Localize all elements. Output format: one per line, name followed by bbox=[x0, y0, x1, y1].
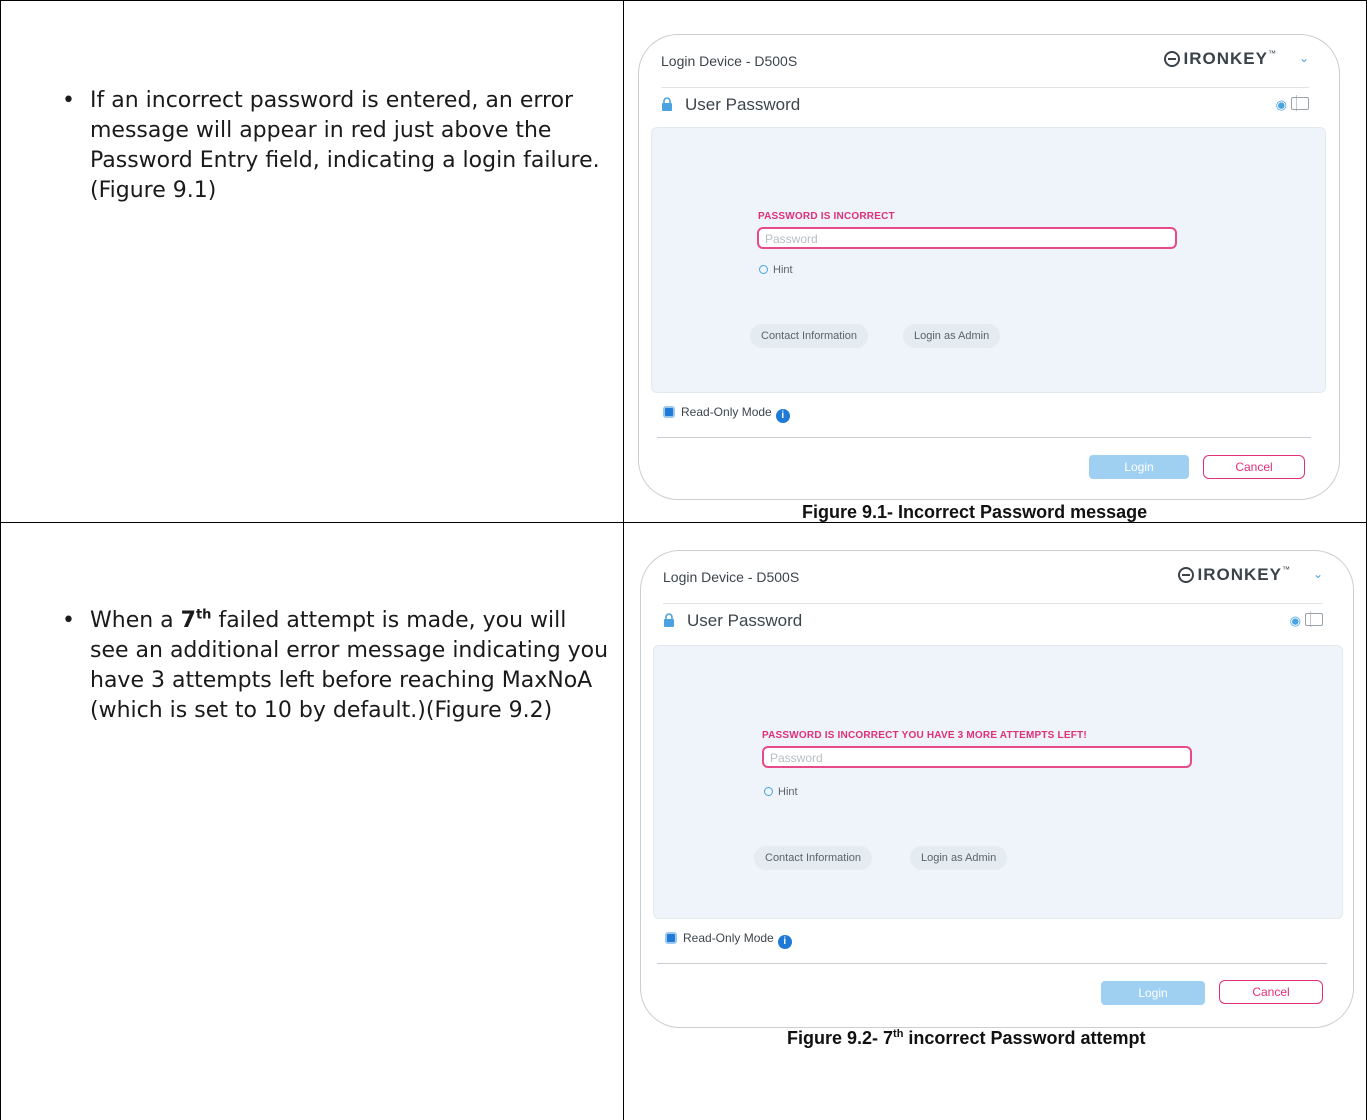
bullet-dot: • bbox=[62, 608, 75, 633]
hint-label: Hint bbox=[773, 264, 793, 276]
virtual-keyboard-icon[interactable] bbox=[1305, 613, 1323, 626]
read-only-label: Read-Only Mode bbox=[681, 405, 772, 419]
table-border-top bbox=[0, 0, 1367, 1]
dialog-header: Login Device - D500S IRONKEY™ ⌄ bbox=[661, 35, 1309, 88]
login-as-admin-button[interactable]: Login as Admin bbox=[910, 846, 1008, 870]
ironkey-logo: IRONKEY™ bbox=[1163, 49, 1277, 69]
bullet-dot: • bbox=[62, 88, 75, 113]
section-label: User Password bbox=[687, 611, 803, 630]
show-password-icon[interactable]: ◉ bbox=[1290, 613, 1301, 629]
checkbox-icon[interactable] bbox=[663, 406, 675, 418]
login-panel: PASSWORD IS INCORRECT Password Hint Cont… bbox=[651, 127, 1326, 393]
contact-information-button[interactable]: Contact Information bbox=[754, 846, 872, 870]
info-icon[interactable]: i bbox=[777, 935, 792, 949]
login-dialog-figure-9-1: Login Device - D500S IRONKEY™ ⌄ User Pas… bbox=[638, 34, 1340, 500]
password-section-header: User Password ◉ bbox=[663, 607, 1323, 637]
table-row-divider bbox=[0, 522, 1367, 523]
login-as-admin-button[interactable]: Login as Admin bbox=[903, 324, 1001, 348]
contact-information-button[interactable]: Contact Information bbox=[750, 324, 868, 348]
virtual-keyboard-icon[interactable] bbox=[1291, 97, 1309, 110]
chevron-down-icon[interactable]: ⌄ bbox=[1299, 51, 1309, 65]
footer-divider bbox=[657, 963, 1327, 964]
dialog-header: Login Device - D500S IRONKEY™ ⌄ bbox=[663, 551, 1323, 604]
read-only-mode-option[interactable]: Read-Only Mode i bbox=[665, 931, 792, 949]
chevron-down-icon[interactable]: ⌄ bbox=[1313, 567, 1323, 581]
radio-icon bbox=[759, 265, 768, 274]
login-panel: PASSWORD IS INCORRECT YOU HAVE 3 MORE AT… bbox=[653, 645, 1343, 919]
cancel-button[interactable]: Cancel bbox=[1203, 455, 1305, 479]
hint-label: Hint bbox=[778, 786, 798, 798]
ironkey-brand-text: IRONKEY bbox=[1197, 565, 1282, 584]
info-icon[interactable]: i bbox=[775, 409, 790, 423]
checkbox-icon[interactable] bbox=[665, 932, 677, 944]
lock-icon bbox=[662, 97, 672, 111]
password-field[interactable]: Password bbox=[757, 227, 1177, 249]
login-button[interactable]: Login bbox=[1089, 455, 1189, 479]
lock-icon bbox=[664, 613, 674, 627]
password-section-header: User Password ◉ bbox=[661, 91, 1309, 121]
dialog-title: Login Device - D500S bbox=[661, 53, 798, 69]
ironkey-brand-text: IRONKEY bbox=[1183, 49, 1268, 68]
hint-option[interactable]: Hint bbox=[764, 786, 798, 798]
radio-icon bbox=[764, 787, 773, 796]
hint-option[interactable]: Hint bbox=[759, 264, 793, 276]
instruction-text-2: When a 7th failed attempt is made, you w… bbox=[90, 607, 609, 723]
table-column-divider bbox=[623, 0, 624, 1120]
login-dialog-figure-9-2: Login Device - D500S IRONKEY™ ⌄ User Pas… bbox=[640, 550, 1354, 1028]
ironkey-logo-mark-icon bbox=[1177, 567, 1194, 583]
error-message: PASSWORD IS INCORRECT YOU HAVE 3 MORE AT… bbox=[762, 730, 1087, 741]
ironkey-logo-mark-icon bbox=[1163, 51, 1180, 67]
password-field[interactable]: Password bbox=[762, 746, 1192, 768]
read-only-mode-option[interactable]: Read-Only Mode i bbox=[663, 405, 790, 423]
instruction-text-1: If an incorrect password is entered, an … bbox=[90, 88, 600, 203]
ironkey-logo: IRONKEY™ bbox=[1177, 565, 1291, 585]
error-message: PASSWORD IS INCORRECT bbox=[758, 211, 895, 222]
figure-caption-9-1: Figure 9.1- Incorrect Password message bbox=[802, 502, 1148, 522]
section-label: User Password bbox=[685, 95, 801, 114]
login-button[interactable]: Login bbox=[1101, 981, 1205, 1005]
dialog-title: Login Device - D500S bbox=[663, 569, 800, 585]
footer-divider bbox=[657, 437, 1311, 438]
table-border-left bbox=[0, 0, 1, 1120]
cancel-button[interactable]: Cancel bbox=[1219, 980, 1323, 1004]
show-password-icon[interactable]: ◉ bbox=[1276, 97, 1287, 113]
read-only-label: Read-Only Mode bbox=[683, 931, 774, 945]
figure-caption-9-2: Figure 9.2- 7th incorrect Password attem… bbox=[787, 1028, 1146, 1048]
